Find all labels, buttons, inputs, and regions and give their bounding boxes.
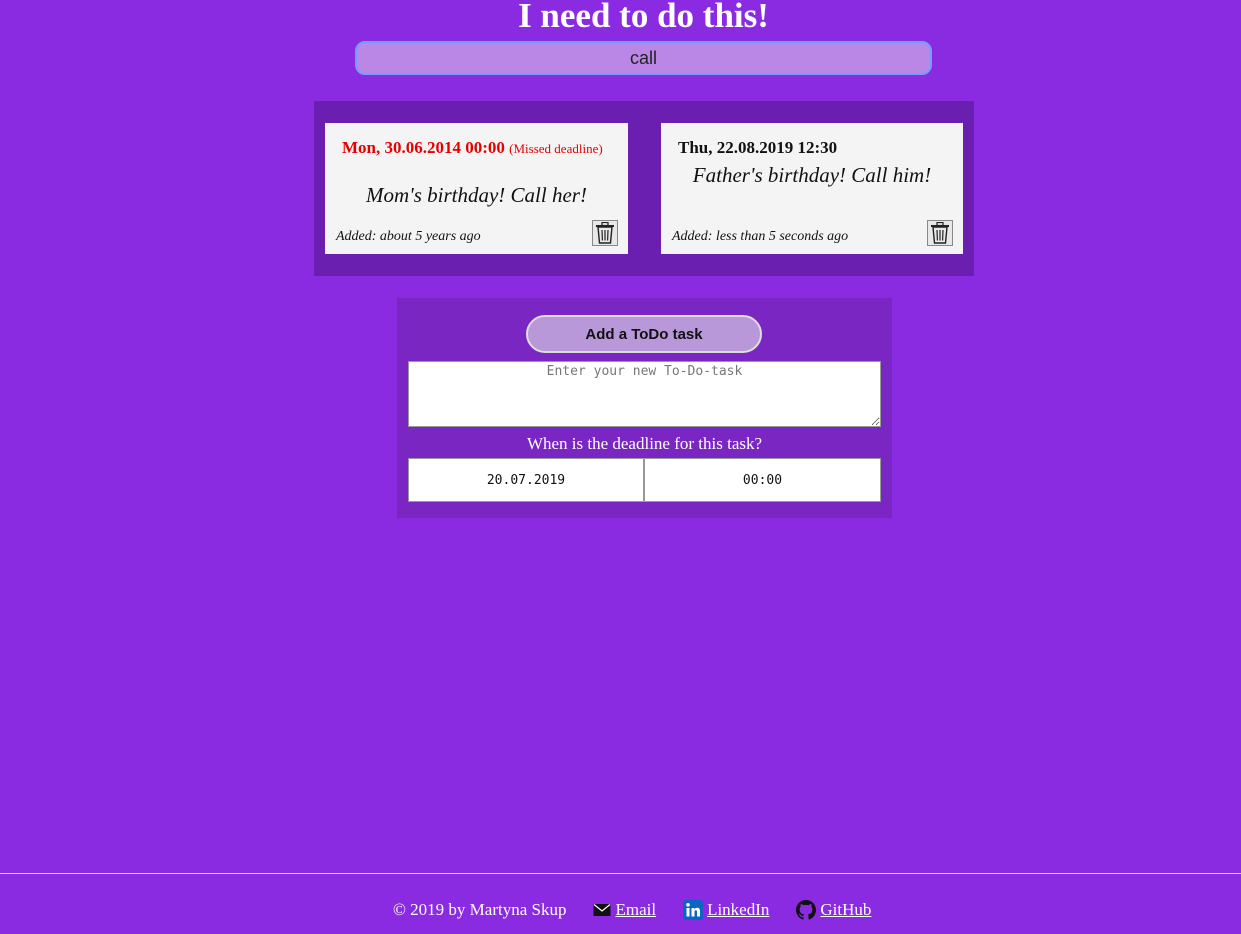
task-deadline-date: Thu, 22.08.2019 12:30: [678, 138, 838, 157]
tasks-panel: Mon, 30.06.2014 00:00 (Missed deadline) …: [314, 101, 974, 276]
footer-github-item: GitHub: [796, 900, 871, 920]
task-added-time: Added: less than 5 seconds ago: [672, 229, 849, 244]
email-link[interactable]: Email: [615, 900, 656, 920]
task-card: Thu, 22.08.2019 12:30 Father's birthday!…: [661, 123, 963, 254]
copyright-text: © 2019 by Martyna Skup: [393, 900, 567, 919]
task-deadline: Thu, 22.08.2019 12:30: [678, 137, 953, 159]
trash-icon: [931, 222, 949, 244]
linkedin-icon: [683, 900, 704, 920]
search-input[interactable]: [355, 41, 932, 75]
task-card: Mon, 30.06.2014 00:00 (Missed deadline) …: [325, 123, 628, 254]
missed-deadline-note: (Missed deadline): [509, 141, 603, 156]
add-task-button[interactable]: Add a ToDo task: [526, 315, 762, 353]
deadline-date-input[interactable]: [408, 458, 644, 502]
footer-email-item: Email: [593, 900, 656, 920]
envelope-icon: [593, 903, 611, 917]
delete-task-button[interactable]: [927, 220, 953, 246]
deadline-time-input[interactable]: [644, 458, 881, 502]
add-task-panel: Add a ToDo task When is the deadline for…: [397, 298, 892, 518]
task-added-time: Added: about 5 years ago: [336, 229, 481, 244]
github-icon: [796, 900, 817, 920]
github-link[interactable]: GitHub: [820, 900, 871, 920]
new-task-textarea[interactable]: [408, 361, 881, 427]
linkedin-link[interactable]: LinkedIn: [707, 900, 769, 920]
deadline-label: When is the deadline for this task?: [526, 434, 763, 453]
footer: © 2019 by Martyna Skup Email LinkedIn Gi…: [393, 896, 871, 924]
trash-icon: [596, 222, 614, 244]
page-title: I need to do this!: [518, 0, 769, 35]
footer-linkedin-item: LinkedIn: [683, 900, 769, 920]
footer-divider: [0, 873, 1241, 874]
task-deadline-date: Mon, 30.06.2014 00:00: [342, 138, 505, 157]
task-text: Mom's birthday! Call her!: [366, 183, 587, 207]
task-text: Father's birthday! Call him!: [692, 163, 932, 187]
task-deadline: Mon, 30.06.2014 00:00 (Missed deadline): [342, 137, 618, 160]
delete-task-button[interactable]: [592, 220, 618, 246]
